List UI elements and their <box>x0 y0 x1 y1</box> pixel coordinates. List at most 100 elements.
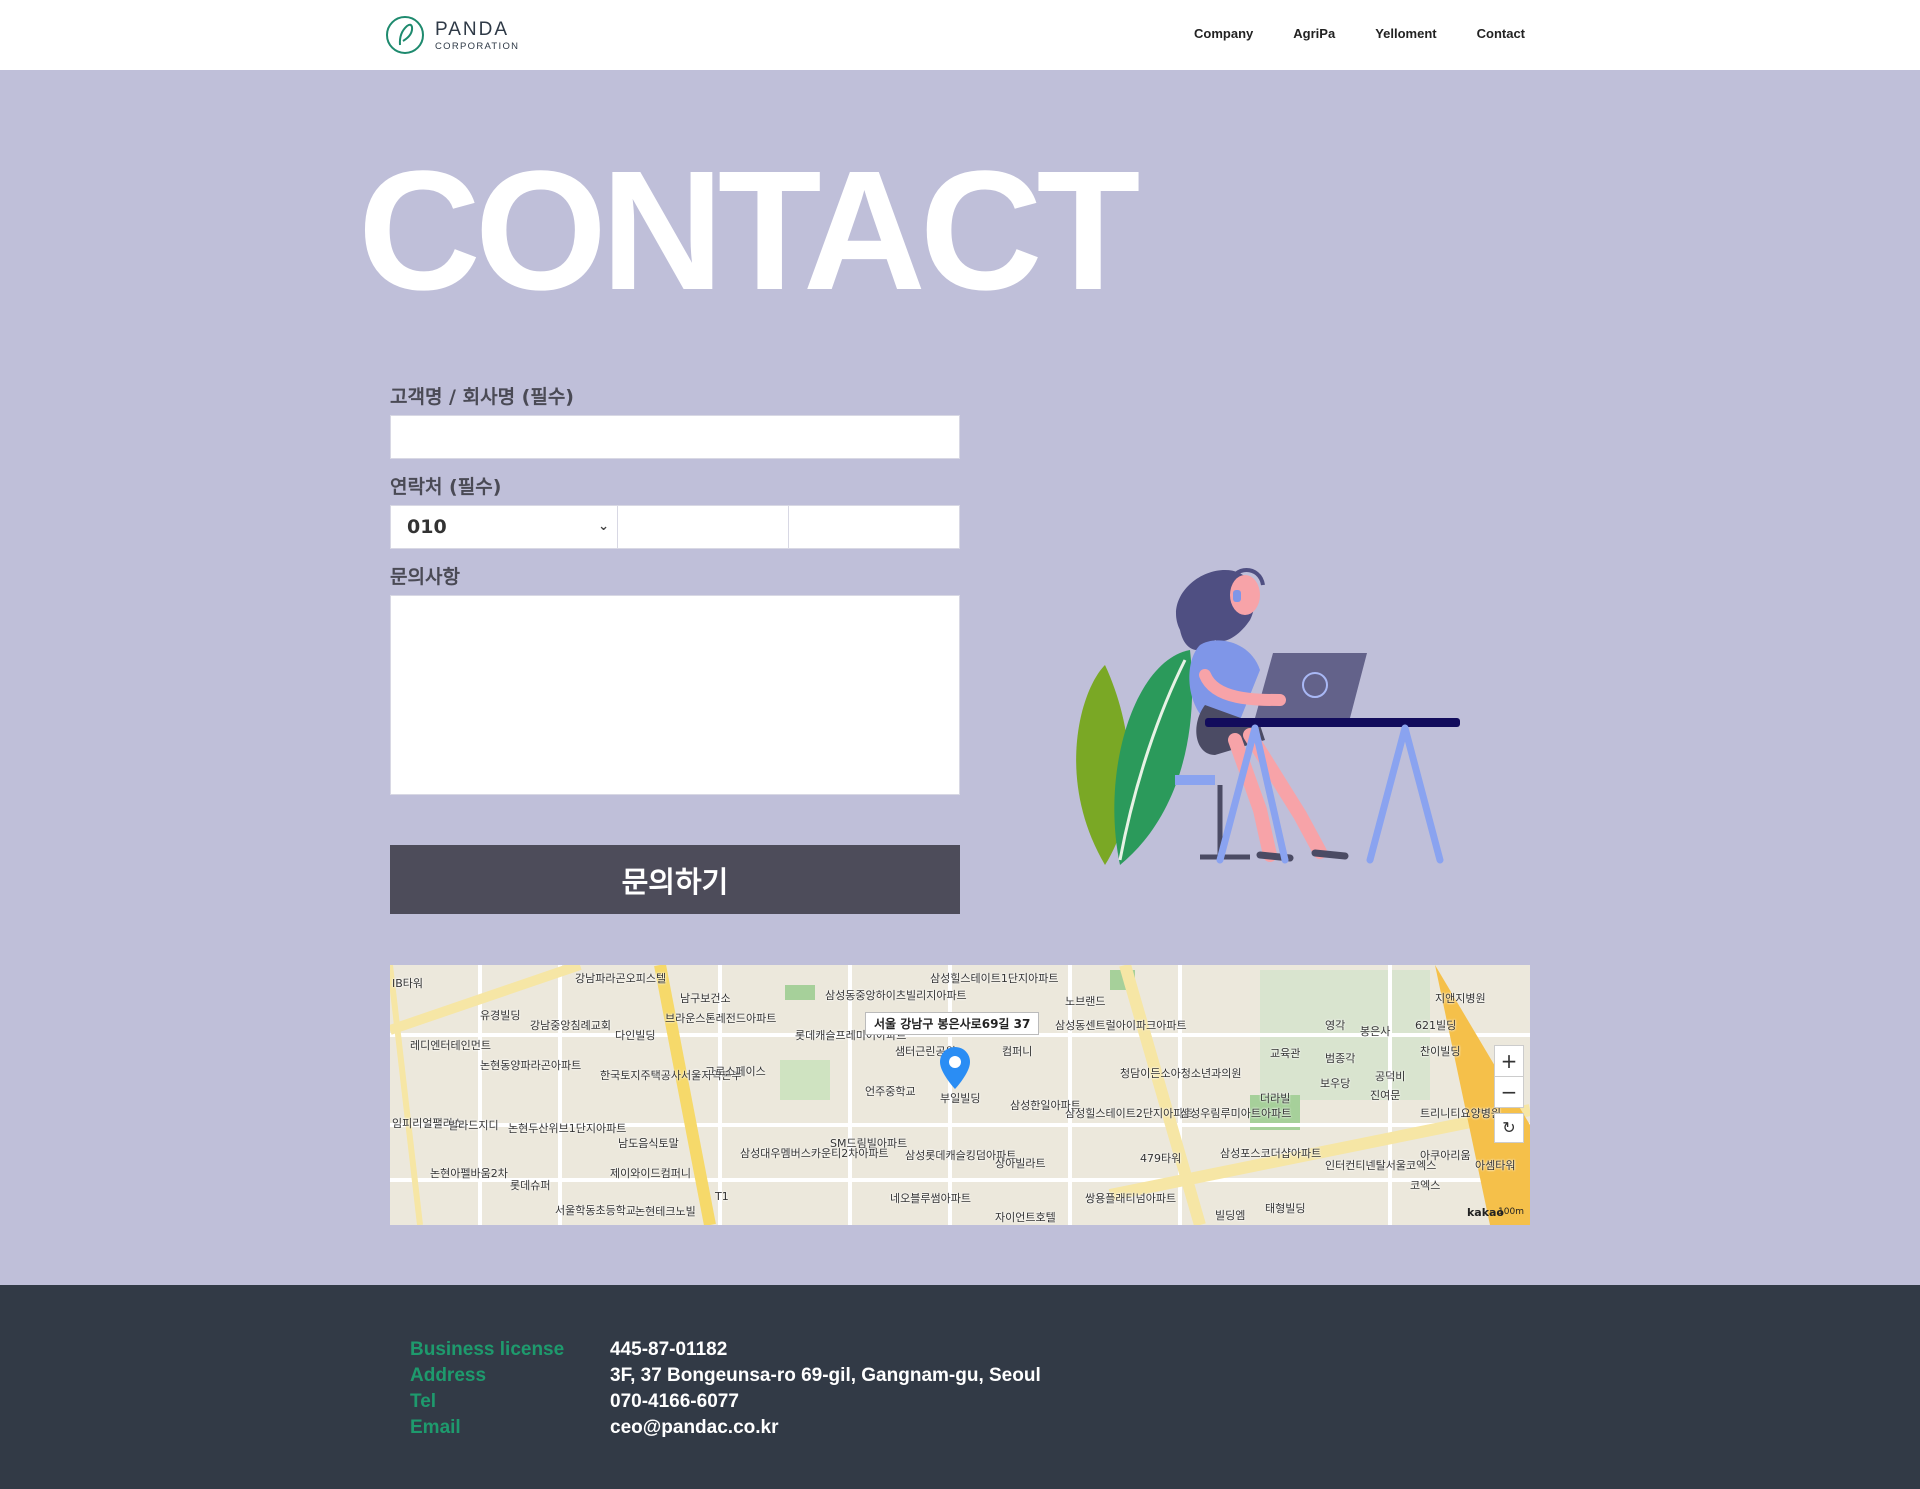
message-field-label: 문의사항 <box>390 566 460 588</box>
map-label: IB타워 <box>392 977 424 990</box>
zoom-in-button[interactable]: + <box>1495 1046 1523 1076</box>
map-label: 강남파라곤오피스텔 <box>575 972 667 985</box>
map-label: 논현동양파라곤아파트 <box>480 1059 582 1072</box>
map-label: 강남중앙침례교회 <box>530 1019 611 1032</box>
map-label: 더라빌 <box>1260 1092 1291 1105</box>
map-label: 노브랜드 <box>1065 995 1106 1008</box>
map-label: 자이언트호텔 <box>995 1211 1056 1224</box>
site-footer: Business license 445-87-01182 Address 3F… <box>0 1285 1920 1489</box>
map-label: 621빌딩 <box>1415 1019 1457 1032</box>
map-label: 삼성대우멤버스카운티2차아파트 <box>740 1147 889 1160</box>
map-label: 컴퍼니 <box>1002 1045 1033 1058</box>
phone-last-input[interactable] <box>788 505 960 549</box>
map-label: 트리니티요양병원 <box>1420 1107 1501 1120</box>
map-scale: 100m <box>1498 1207 1524 1217</box>
map-label: 다인빌딩 <box>615 1029 656 1042</box>
footer-value: 3F, 37 Bongeunsa-ro 69-gil, Gangnam-gu, … <box>610 1365 1041 1386</box>
map-label: 태형빌딩 <box>1265 1202 1306 1215</box>
refresh-icon[interactable]: ↻ <box>1494 1113 1524 1143</box>
logo[interactable]: PANDA CORPORATION <box>385 15 525 55</box>
map-label: 범종각 <box>1325 1052 1356 1065</box>
map-label: T1 <box>715 1190 729 1203</box>
map-label: 삼성동센트럴아이파크아파트 <box>1055 1019 1187 1032</box>
phone-middle-input[interactable] <box>617 505 789 549</box>
map-label: 쌍용플래티넘아파트 <box>1085 1192 1177 1205</box>
laptop-shape <box>1255 653 1367 718</box>
map-label: 논현아펠바움2차 <box>430 1167 508 1180</box>
zoom-out-button[interactable]: − <box>1495 1076 1523 1107</box>
map-label: 479타워 <box>1140 1152 1182 1165</box>
phone-prefix-select[interactable]: 010 ⌄ <box>390 505 618 549</box>
footer-value: 445-87-01182 <box>610 1339 728 1360</box>
phone-prefix-value: 010 <box>407 516 447 538</box>
leaf-logo-icon <box>386 16 424 54</box>
message-textarea[interactable] <box>390 595 960 795</box>
marker-label: 부일빌딩 <box>940 1092 981 1105</box>
nav-item-yelloment[interactable]: Yelloment <box>1375 26 1436 41</box>
map-label: 삼성힐스테이트2단지아파트 <box>1065 1107 1194 1120</box>
map-label: 교육관 <box>1270 1047 1301 1060</box>
nav-item-agripa[interactable]: AgriPa <box>1293 26 1335 41</box>
map-label: 삼성포스코더샵아파트 <box>1220 1147 1322 1160</box>
map-label: 지앤지병원 <box>1435 992 1486 1005</box>
page-title: CONTACT <box>358 136 1140 326</box>
body-shape <box>1189 640 1260 720</box>
map-label: 공덕비 <box>1375 1070 1406 1083</box>
footer-row-address: Address 3F, 37 Bongeunsa-ro 69-gil, Gang… <box>410 1363 1041 1389</box>
name-input[interactable] <box>390 415 960 459</box>
map-label: 그로스페이스 <box>705 1065 766 1078</box>
phone-field-label: 연락처 (필수) <box>390 476 502 498</box>
map-label: 코엑스 <box>1410 1179 1441 1192</box>
nav-item-company[interactable]: Company <box>1194 26 1253 41</box>
map-label: 아셈타워 <box>1475 1159 1516 1172</box>
map-label: 찬이빌딩 <box>1420 1045 1461 1058</box>
map-label: 봉은사 <box>1360 1025 1391 1038</box>
footer-value: 070-4166-6077 <box>610 1391 739 1412</box>
footer-row-license: Business license 445-87-01182 <box>410 1337 1041 1363</box>
address-bubble: 서울 강남구 봉은사로69길 37 <box>865 1012 1040 1035</box>
chair-shape <box>1175 775 1215 785</box>
map-label: 레디엔터테인먼트 <box>410 1039 491 1052</box>
zoom-control: + − <box>1494 1045 1524 1108</box>
desk-top-shape <box>1205 718 1460 727</box>
map-label: 상아빌라트 <box>995 1157 1046 1170</box>
chevron-down-icon: ⌄ <box>598 519 609 534</box>
map-label: 빌라드지디 <box>448 1119 499 1132</box>
map-label: 영각 <box>1325 1019 1346 1032</box>
map-label: 삼성힐스테이트1단지아파트 <box>930 972 1059 985</box>
footer-key: Tel <box>410 1391 437 1412</box>
name-field-label: 고객명 / 회사명 (필수) <box>390 386 574 408</box>
location-map[interactable]: IB타워 유경빌딩 강남중앙침례교회 강남파라곤오피스텔 남구보건소 브라운스톤… <box>390 965 1530 1225</box>
main-nav: Company AgriPa Yelloment Contact <box>1194 26 1525 41</box>
footer-row-tel: Tel 070-4166-6077 <box>410 1389 1041 1415</box>
footer-value[interactable]: ceo@pandac.co.kr <box>610 1417 778 1439</box>
logo-subtitle: CORPORATION <box>435 41 520 52</box>
site-header: PANDA CORPORATION Company AgriPa Yellome… <box>0 0 1920 70</box>
map-label: 진여문 <box>1370 1089 1401 1102</box>
footer-key: Email <box>410 1417 461 1438</box>
map-label: 브라운스톤레전드아파트 <box>665 1012 777 1025</box>
map-label: 빌딩엠 <box>1215 1209 1246 1222</box>
map-label: 청담이든소아청소년과의원 <box>1120 1067 1242 1080</box>
map-label: 롯데슈퍼 <box>510 1179 551 1192</box>
map-pin-icon[interactable] <box>940 1047 970 1089</box>
map-label: 아쿠아리움 <box>1420 1149 1471 1162</box>
company-info: Business license 445-87-01182 Address 3F… <box>410 1337 1041 1441</box>
map-label: 삼성동중앙하이츠빌리지아파트 <box>825 989 967 1002</box>
footer-row-email: Email ceo@pandac.co.kr <box>410 1415 1041 1441</box>
footer-key: Business license <box>410 1339 565 1360</box>
map-label: 남구보건소 <box>680 992 731 1005</box>
footer-key: Address <box>410 1365 487 1386</box>
map-label: 남도음식토말 <box>618 1137 679 1150</box>
map-label: 논현두산위브1단지아파트 <box>508 1122 627 1135</box>
support-agent-illustration <box>1076 568 1460 865</box>
submit-button[interactable]: 문의하기 <box>390 845 960 914</box>
map-label: 삼성우림루미아트아파트 <box>1180 1107 1292 1120</box>
map-label: 서울학동초등학교 <box>555 1204 636 1217</box>
map-label: 논현테크노빌 <box>635 1205 696 1218</box>
map-label: 언주중학교 <box>865 1085 916 1098</box>
map-label: 보우당 <box>1320 1077 1351 1090</box>
map-label: 제이와이드컴퍼니 <box>610 1167 691 1180</box>
nav-item-contact[interactable]: Contact <box>1477 26 1525 41</box>
map-label: 유경빌딩 <box>480 1009 521 1022</box>
